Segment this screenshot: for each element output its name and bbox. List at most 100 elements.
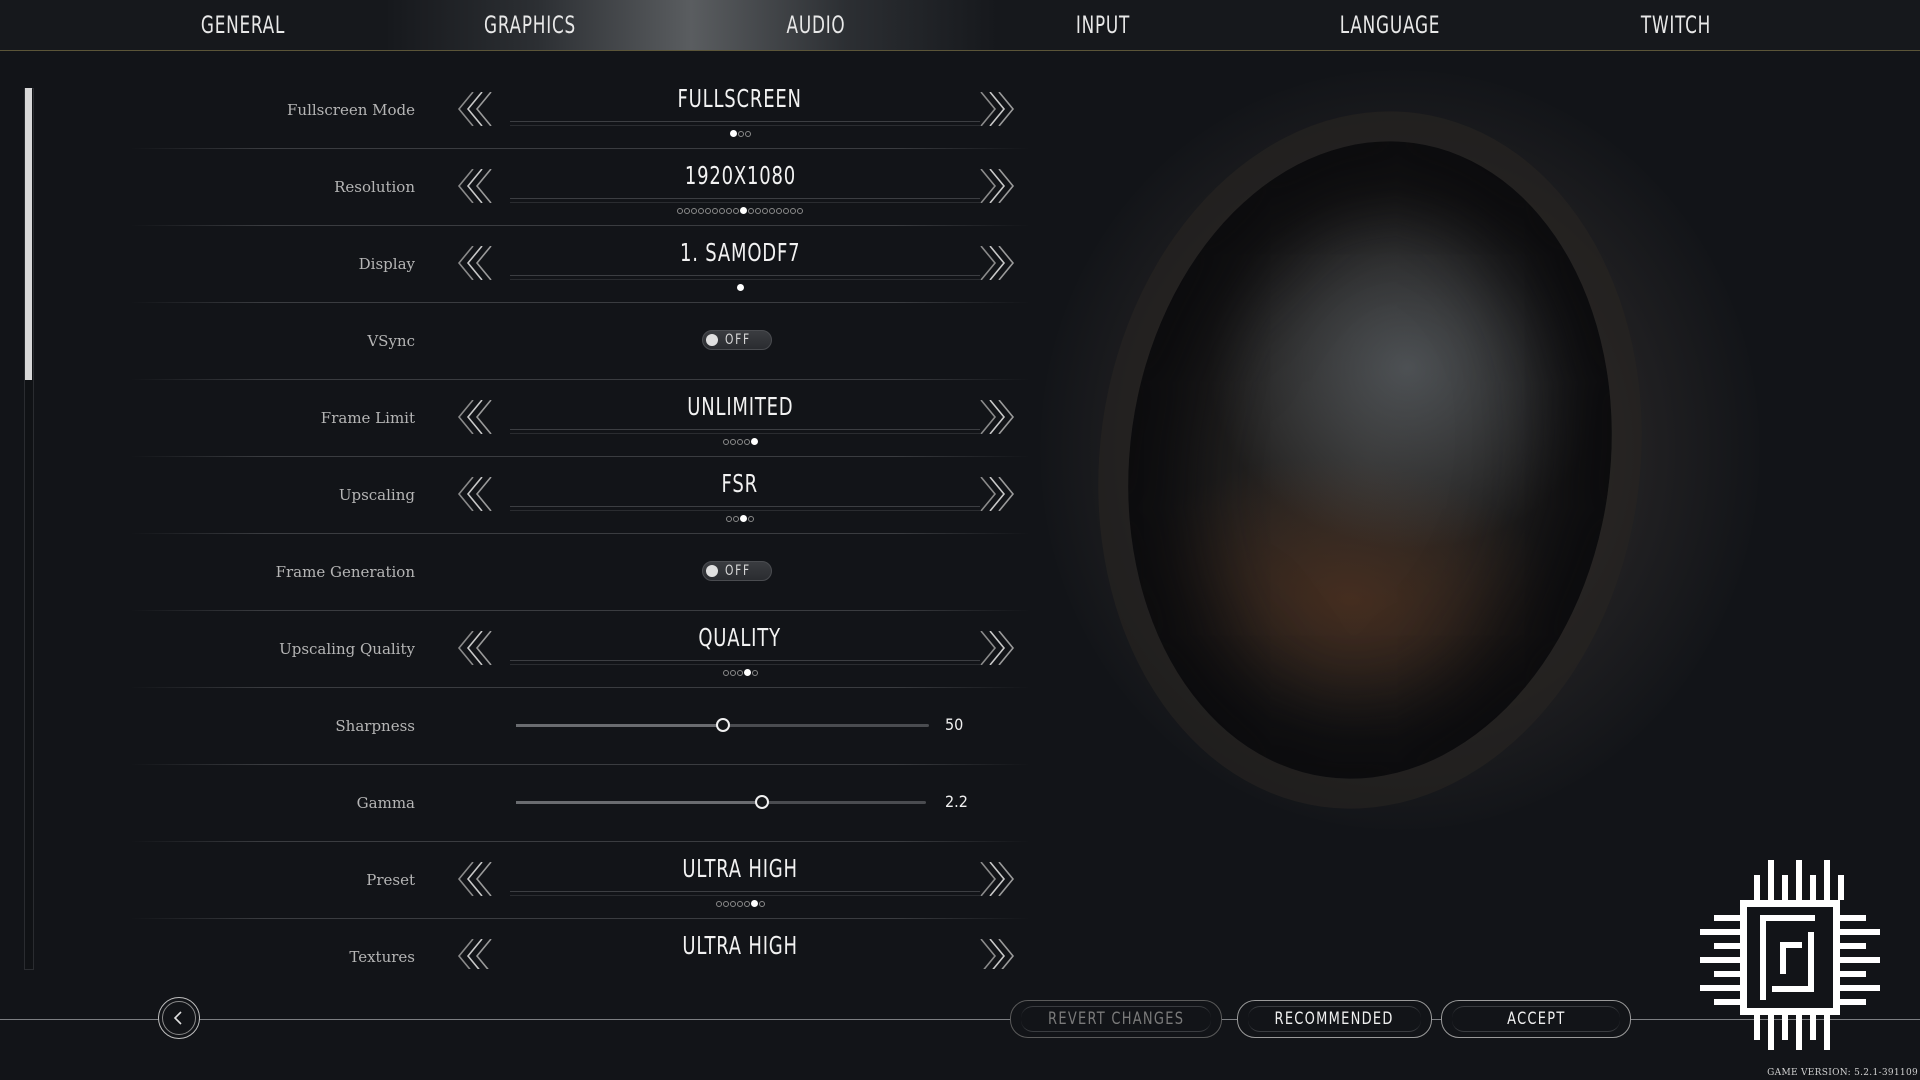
setting-label: Frame Limit — [320, 409, 415, 427]
slider-thumb[interactable] — [755, 795, 769, 809]
next-option-button[interactable] — [978, 476, 1018, 512]
setting-upscaling: Upscaling FSR — [130, 457, 1030, 534]
setting-label: VSync — [367, 332, 415, 350]
option-dot — [722, 438, 729, 445]
gamma-slider[interactable] — [516, 795, 926, 809]
setting-value-text: FULLSCREEN — [677, 84, 803, 113]
tab-language[interactable]: LANGUAGE — [1340, 0, 1440, 50]
previous-option-button[interactable] — [456, 476, 496, 512]
option-indicator — [505, 284, 975, 291]
previous-option-button[interactable] — [456, 938, 496, 969]
next-option-button[interactable] — [978, 630, 1018, 666]
previous-option-button[interactable] — [456, 630, 496, 666]
option-dot — [736, 438, 743, 445]
sharpness-slider[interactable] — [516, 718, 929, 732]
tab-twitch[interactable]: TWITCH — [1641, 0, 1711, 50]
option-dot — [722, 900, 729, 907]
option-dot — [726, 515, 732, 522]
triple-chevron-right-icon — [978, 476, 1018, 515]
tab-graphics[interactable]: GRAPHICS — [484, 0, 576, 50]
vsync-toggle[interactable]: OFF — [702, 330, 772, 350]
setting-value: 1920X1080 — [505, 161, 975, 190]
setting-value-text: ULTRA HIGH — [682, 854, 798, 883]
previous-option-button[interactable] — [456, 245, 496, 281]
setting-label: Fullscreen Mode — [287, 101, 415, 119]
next-option-button[interactable] — [978, 245, 1018, 281]
next-option-button[interactable] — [978, 399, 1018, 435]
option-dot — [715, 900, 722, 907]
slider-fill — [516, 724, 723, 727]
next-option-button[interactable] — [978, 938, 1018, 969]
tab-general[interactable]: GENERAL — [201, 0, 285, 50]
triple-chevron-right-icon — [978, 245, 1018, 284]
setting-upscaling-quality: Upscaling Quality QUALITY — [130, 611, 1030, 688]
sharpness-value: 50 — [945, 715, 964, 734]
next-option-button[interactable] — [978, 91, 1018, 127]
triple-chevron-left-icon — [456, 168, 496, 207]
option-dot — [729, 900, 736, 907]
option-dot — [743, 900, 750, 907]
triple-chevron-left-icon — [456, 861, 496, 900]
game-version: GAME VERSION: 5.2.1-391109 — [1767, 1068, 1918, 1078]
option-dot — [769, 207, 775, 214]
button-label: REVERT CHANGES — [1047, 1009, 1185, 1029]
setting-value-text: ULTRA HIGH — [682, 931, 798, 960]
revert-changes-button[interactable]: REVERT CHANGES — [1010, 1000, 1222, 1038]
value-underline — [510, 660, 980, 665]
option-dot — [797, 207, 803, 214]
scrollbar-thumb[interactable] — [25, 88, 32, 380]
setting-resolution: Resolution 1920X1080 — [130, 149, 1030, 226]
slider-thumb[interactable] — [715, 718, 730, 732]
tab-audio[interactable]: AUDIO — [787, 0, 846, 50]
setting-value: ULTRA HIGH — [505, 854, 975, 883]
triple-chevron-right-icon — [978, 399, 1018, 438]
option-dot — [729, 438, 736, 445]
option-dot — [726, 207, 732, 214]
background-artwork — [1000, 40, 1920, 840]
setting-label: Preset — [366, 871, 415, 889]
triple-chevron-right-icon — [978, 630, 1018, 669]
triple-chevron-right-icon — [978, 91, 1018, 130]
value-underline — [510, 429, 980, 434]
option-dot — [698, 207, 704, 214]
value-underline — [510, 275, 980, 280]
option-dot — [744, 130, 751, 137]
option-dot — [736, 669, 743, 676]
option-dot — [677, 207, 683, 214]
setting-label: Frame Generation — [275, 563, 415, 581]
accept-button[interactable]: ACCEPT — [1441, 1000, 1631, 1038]
previous-option-button[interactable] — [456, 91, 496, 127]
option-dot — [729, 669, 736, 676]
option-dot-selected — [740, 207, 747, 214]
setting-vsync: VSync OFF — [130, 303, 1030, 380]
value-underline — [510, 198, 980, 203]
setting-label: Resolution — [334, 178, 415, 196]
toggle-knob — [706, 334, 718, 346]
triple-chevron-left-icon — [456, 476, 496, 515]
setting-preset: Preset ULTRA HIGH — [130, 842, 1030, 919]
next-option-button[interactable] — [978, 168, 1018, 204]
footer-divider — [0, 1019, 1920, 1020]
frame-generation-toggle[interactable]: OFF — [702, 561, 772, 581]
option-indicator — [505, 438, 975, 445]
option-dot — [758, 900, 765, 907]
previous-option-button[interactable] — [456, 168, 496, 204]
next-option-button[interactable] — [978, 861, 1018, 897]
option-dot-selected — [750, 900, 758, 907]
value-underline — [510, 121, 980, 126]
recommended-button[interactable]: RECOMMENDED — [1237, 1000, 1432, 1038]
option-dot-selected — [729, 130, 737, 137]
slider-fill — [516, 801, 762, 804]
setting-label: Sharpness — [335, 717, 415, 735]
tab-input[interactable]: INPUT — [1076, 0, 1130, 50]
previous-option-button[interactable] — [456, 861, 496, 897]
option-dot — [684, 207, 690, 214]
setting-value: UNLIMITED — [505, 392, 975, 421]
chevron-left-icon — [173, 1011, 182, 1025]
option-dot — [736, 900, 743, 907]
setting-value: QUALITY — [505, 623, 975, 652]
triple-chevron-left-icon — [456, 938, 496, 969]
previous-option-button[interactable] — [456, 399, 496, 435]
back-button[interactable] — [158, 997, 200, 1039]
option-indicator — [505, 669, 975, 676]
